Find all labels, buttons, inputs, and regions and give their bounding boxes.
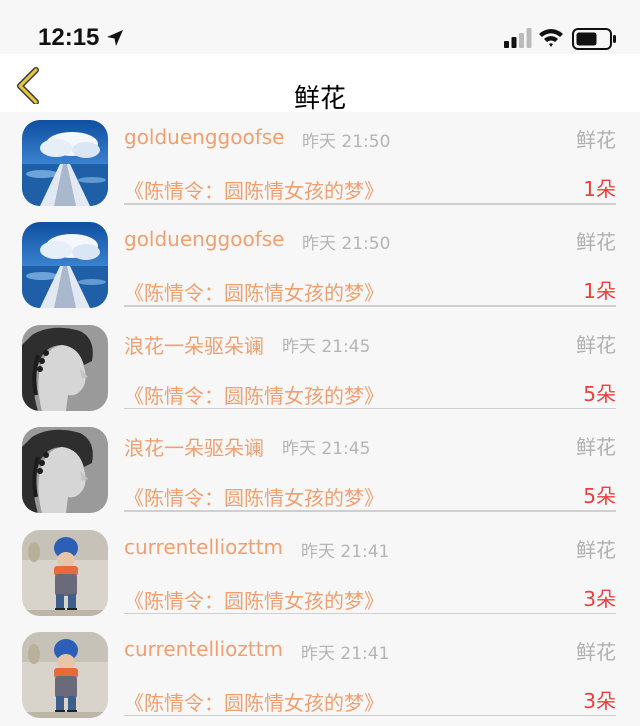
- divider: [124, 407, 616, 410]
- avatar[interactable]: [22, 427, 108, 514]
- cellular-signal-icon: [504, 28, 532, 48]
- gift-type: 鲜花: [576, 332, 616, 357]
- timestamp: 昨天 21:45: [282, 439, 371, 460]
- avatar[interactable]: [22, 631, 108, 718]
- avatar[interactable]: [22, 120, 108, 206]
- gift-count: 1朵: [583, 177, 616, 201]
- divider: [124, 510, 616, 512]
- user-name[interactable]: 浪花一朵驱朵谰: [124, 432, 264, 461]
- gift-type: 鲜花: [576, 230, 616, 255]
- user-name[interactable]: 浪花一朵驱朵谰: [124, 330, 264, 359]
- gift-type: 鲜花: [576, 537, 616, 562]
- gift-count: 3朵: [583, 586, 616, 611]
- list-item[interactable]: golduenggoofse 昨天 21:50 鲜花《陈情令：圆陈情女孩的梦》 1朵: [0, 214, 640, 316]
- book-title[interactable]: 《陈情令：圆陈情女孩的梦》: [124, 380, 384, 409]
- location-arrow-icon: [107, 30, 123, 46]
- timestamp: 昨天 21:41: [301, 541, 390, 562]
- divider: [124, 612, 616, 615]
- divider: [124, 203, 616, 205]
- status-bar: 12:15: [0, 0, 640, 54]
- nav-bar: 鲜花: [0, 54, 640, 114]
- user-name[interactable]: currentelliozttm: [124, 535, 283, 559]
- list-item[interactable]: 浪花一朵驱朵谰 昨天 21:45 鲜花《陈情令：圆陈情女孩的梦》 5朵: [0, 317, 640, 419]
- gift-type: 鲜花: [576, 639, 616, 664]
- gift-count: 5朵: [583, 381, 616, 406]
- divider: [124, 305, 616, 307]
- book-title[interactable]: 《陈情令：圆陈情女孩的梦》: [124, 687, 384, 716]
- timestamp: 昨天 21:50: [302, 234, 391, 255]
- gift-type: 鲜花: [576, 128, 616, 152]
- list-item[interactable]: golduenggoofse 昨天 21:50 鲜花《陈情令：圆陈情女孩的梦》 1朵: [0, 112, 640, 214]
- user-name[interactable]: golduenggoofse: [124, 125, 284, 149]
- list-item[interactable]: currentelliozttm 昨天 21:41 鲜花《陈情令：圆陈情女孩的梦》 3…: [0, 522, 640, 624]
- user-name[interactable]: currentelliozttm: [124, 637, 283, 661]
- status-time: 12:15: [38, 24, 100, 51]
- wifi-icon: [539, 29, 563, 47]
- flower-gift-list: golduenggoofse 昨天 21:50 鲜花 《陈情令：圆陈情女孩的梦》 1朵 …: [0, 112, 640, 726]
- book-title[interactable]: 《陈情令：圆陈情女孩的梦》: [124, 585, 384, 614]
- battery-icon: [572, 28, 616, 50]
- book-title[interactable]: 《陈情令：圆陈情女孩的梦》: [124, 277, 384, 306]
- timestamp: 昨天 21:45: [282, 336, 371, 357]
- gift-count: 5朵: [583, 484, 616, 509]
- gift-type: 鲜花: [576, 435, 616, 460]
- avatar[interactable]: [22, 222, 108, 309]
- book-title[interactable]: 《陈情令：圆陈情女孩的梦》: [124, 482, 384, 511]
- list-item[interactable]: currentelliozttm 昨天 21:41 鲜花《陈情令：圆陈情女孩的梦》 3…: [0, 624, 640, 726]
- divider: [124, 714, 616, 717]
- avatar[interactable]: [22, 529, 108, 616]
- timestamp: 昨天 21:41: [301, 643, 390, 664]
- avatar[interactable]: [22, 324, 108, 411]
- page-title: 鲜花: [293, 84, 346, 114]
- gift-count: 3朵: [583, 688, 616, 713]
- gift-count: 1朵: [583, 279, 616, 304]
- list-item[interactable]: 浪花一朵驱朵谰 昨天 21:45 鲜花《陈情令：圆陈情女孩的梦》 5朵: [0, 419, 640, 521]
- timestamp: 昨天 21:50: [302, 132, 391, 152]
- user-name[interactable]: golduenggoofse: [124, 227, 284, 251]
- book-title[interactable]: 《陈情令：圆陈情女孩的梦》: [124, 175, 384, 204]
